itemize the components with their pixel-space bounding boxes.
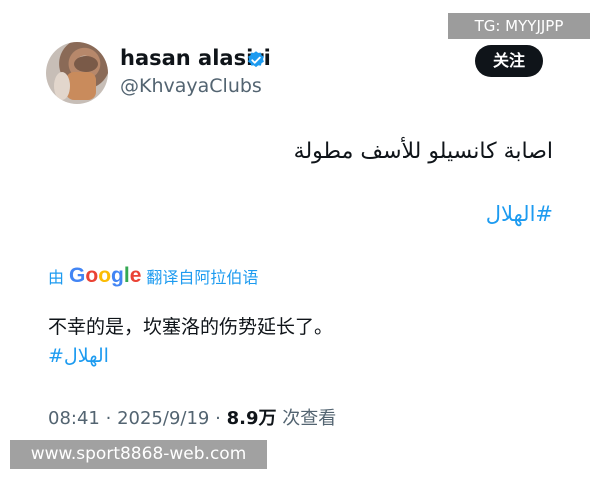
meta-separator: · (105, 408, 112, 429)
translated-hashtag[interactable]: #الهلال (48, 345, 109, 367)
translate-by-label: 由 (48, 268, 65, 287)
google-logo: Google (69, 264, 142, 287)
translate-action-label: 翻译自阿拉伯语 (146, 268, 259, 287)
tweet-date[interactable]: 2025/9/19 (117, 408, 209, 429)
view-count: 8.9万 (226, 408, 277, 429)
watermark-bottom: www.sport8868-web.com (10, 440, 267, 469)
tweet-hashtag[interactable]: #الهلال (486, 202, 553, 226)
tweet-meta: 08:41 · 2025/9/19 · 8.9万 次查看 (48, 404, 336, 430)
meta-separator: · (215, 408, 221, 429)
author-handle[interactable]: @KhvayaClubs (120, 75, 262, 97)
tweet-text: اصابة كانسيلو للأسف مطولة (293, 139, 553, 164)
translated-text: 不幸的是，坎塞洛的伤势延长了。 (48, 316, 334, 338)
translate-attribution[interactable]: 由 Google 翻译自阿拉伯语 (48, 264, 258, 288)
follow-button[interactable]: 关注 (475, 45, 543, 77)
verified-badge-icon (248, 51, 264, 68)
avatar[interactable] (46, 42, 108, 104)
tweet-time[interactable]: 08:41 (48, 408, 100, 429)
view-label: 次查看 (282, 408, 337, 429)
avatar-photo (54, 56, 98, 100)
watermark-top: TG: MYYJJPP (448, 13, 590, 39)
